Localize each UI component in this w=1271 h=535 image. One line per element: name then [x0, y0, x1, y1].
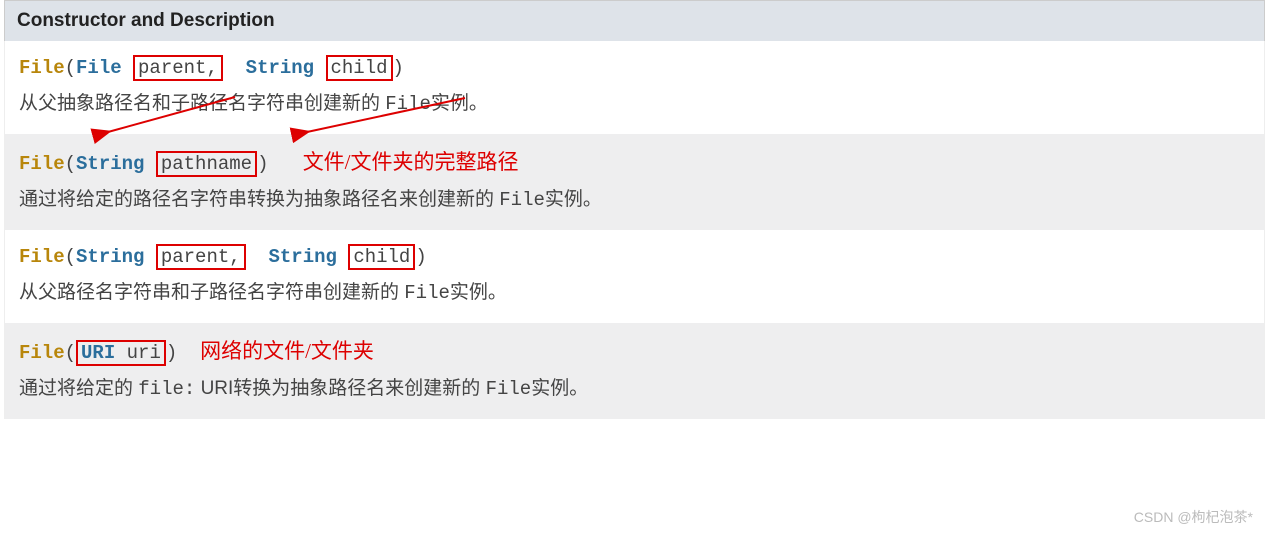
constructor-row-2: File(String pathname) 文件/文件夹的完整路径 通过将给定的… [4, 134, 1265, 230]
constructor-row-1: File(File parent, String child) 从父抽象路径名和… [4, 41, 1265, 134]
param-box: child [348, 244, 415, 270]
param-box: child [326, 55, 393, 81]
description-3: 从父路径名字符串和子路径名字符串创建新的 File实例。 [19, 278, 1250, 308]
signature-1: File(File parent, String child) [19, 53, 1250, 83]
description-2: 通过将给定的路径名字符串转换为抽象路径名来创建新的 File实例。 [19, 185, 1250, 215]
param-type: String [76, 246, 144, 268]
class-name: File [19, 153, 65, 175]
class-name: File [19, 57, 65, 79]
param-type: String [246, 57, 314, 79]
table-header: Constructor and Description [4, 0, 1265, 41]
param-box: pathname [156, 151, 257, 177]
doc-table: Constructor and Description File(File pa… [4, 0, 1265, 419]
signature-3: File(String parent, String child) [19, 242, 1250, 272]
watermark: CSDN @枸杞泡茶* [1134, 507, 1253, 527]
param-box: URI uri [76, 340, 166, 366]
param-box: parent, [133, 55, 223, 81]
signature-2: File(String pathname) 文件/文件夹的完整路径 [19, 146, 1250, 180]
description-1: 从父抽象路径名和子路径名字符串创建新的 File实例。 [19, 89, 1250, 119]
param-type: File [76, 57, 122, 79]
class-name: File [19, 246, 65, 268]
class-name: File [19, 342, 65, 364]
signature-4: File(URI uri) 网络的文件/文件夹 [19, 335, 1250, 369]
description-4: 通过将给定的 file: URI转换为抽象路径名来创建新的 File实例。 [19, 374, 1250, 404]
annotation-red: 网络的文件/文件夹 [200, 339, 374, 363]
param-type: String [268, 246, 336, 268]
param-box: parent, [156, 244, 246, 270]
constructor-row-3: File(String parent, String child) 从父路径名字… [4, 230, 1265, 323]
constructor-row-4: File(URI uri) 网络的文件/文件夹 通过将给定的 file: URI… [4, 323, 1265, 419]
param-type: String [76, 153, 144, 175]
annotation-red: 文件/文件夹的完整路径 [303, 150, 519, 174]
